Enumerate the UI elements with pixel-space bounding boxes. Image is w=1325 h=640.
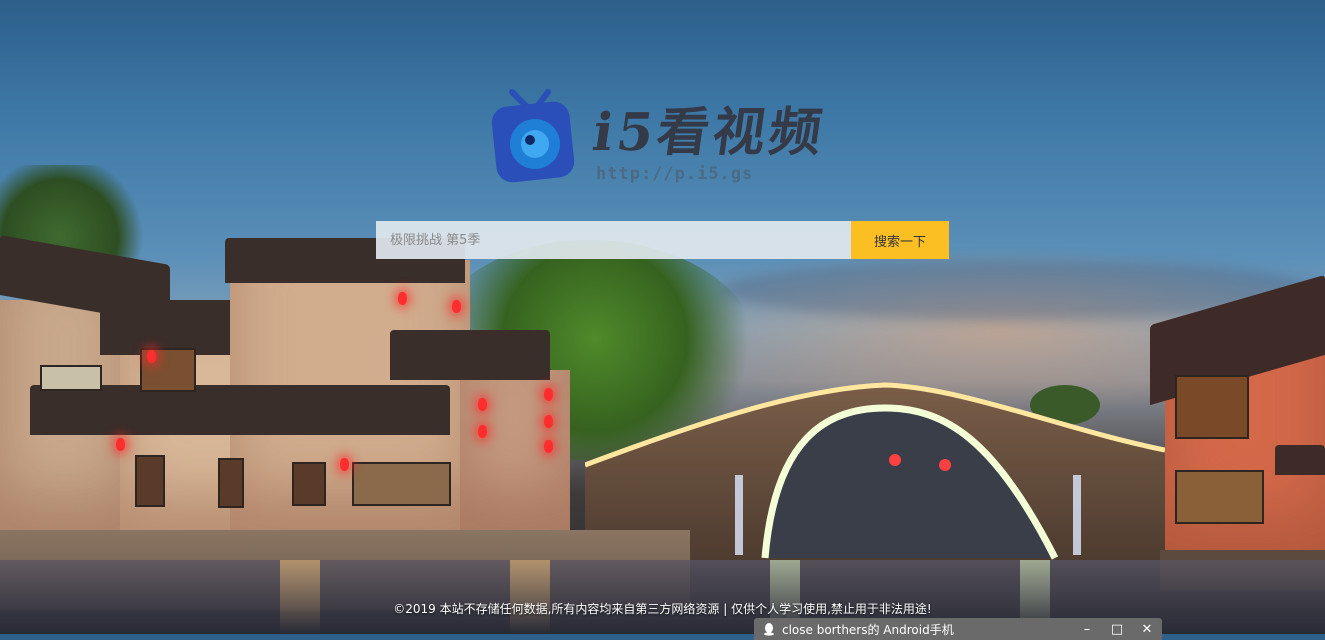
background-roof (1275, 445, 1325, 475)
lantern (478, 425, 487, 438)
lantern (478, 398, 487, 411)
lantern (398, 292, 407, 305)
background-roof (390, 330, 550, 380)
background-window (135, 455, 165, 507)
desktop-notification-bar[interactable]: close borthers的 Android手机 – □ ✕ (754, 618, 1162, 640)
lantern (340, 458, 349, 471)
lantern (452, 300, 461, 313)
background-house (460, 370, 570, 530)
lantern (116, 438, 125, 451)
background-window (292, 462, 326, 506)
search-input[interactable] (376, 221, 851, 259)
background-window (218, 458, 244, 508)
site-logo[interactable]: i5看视频 http://p.i5.gs (490, 88, 830, 188)
footer-copyright: ©2019 本站不存储任何数据,所有内容均来自第三方网络资源 | 仅供个人学习使… (393, 602, 932, 616)
search-button[interactable]: 搜索一下 (851, 221, 949, 259)
background-roof (30, 385, 450, 435)
water-reflection (280, 560, 320, 634)
close-icon[interactable]: ✕ (1132, 622, 1162, 637)
logo-title: i5看视频 (589, 102, 830, 163)
maximize-icon[interactable]: □ (1102, 622, 1132, 637)
search-bar: 搜索一下 (376, 221, 949, 259)
background-window (1175, 375, 1249, 439)
notification-text: close borthers的 Android手机 (782, 622, 954, 637)
lantern (544, 388, 553, 401)
background-window (40, 365, 102, 391)
lantern (147, 350, 156, 363)
logo-url: http://p.i5.gs (596, 164, 754, 184)
background-window (352, 462, 451, 506)
tv-icon (491, 89, 575, 183)
lantern (544, 415, 553, 428)
lantern (544, 440, 553, 453)
background-window (1175, 470, 1264, 524)
minimize-icon[interactable]: – (1072, 622, 1102, 637)
water-reflection (510, 560, 550, 634)
